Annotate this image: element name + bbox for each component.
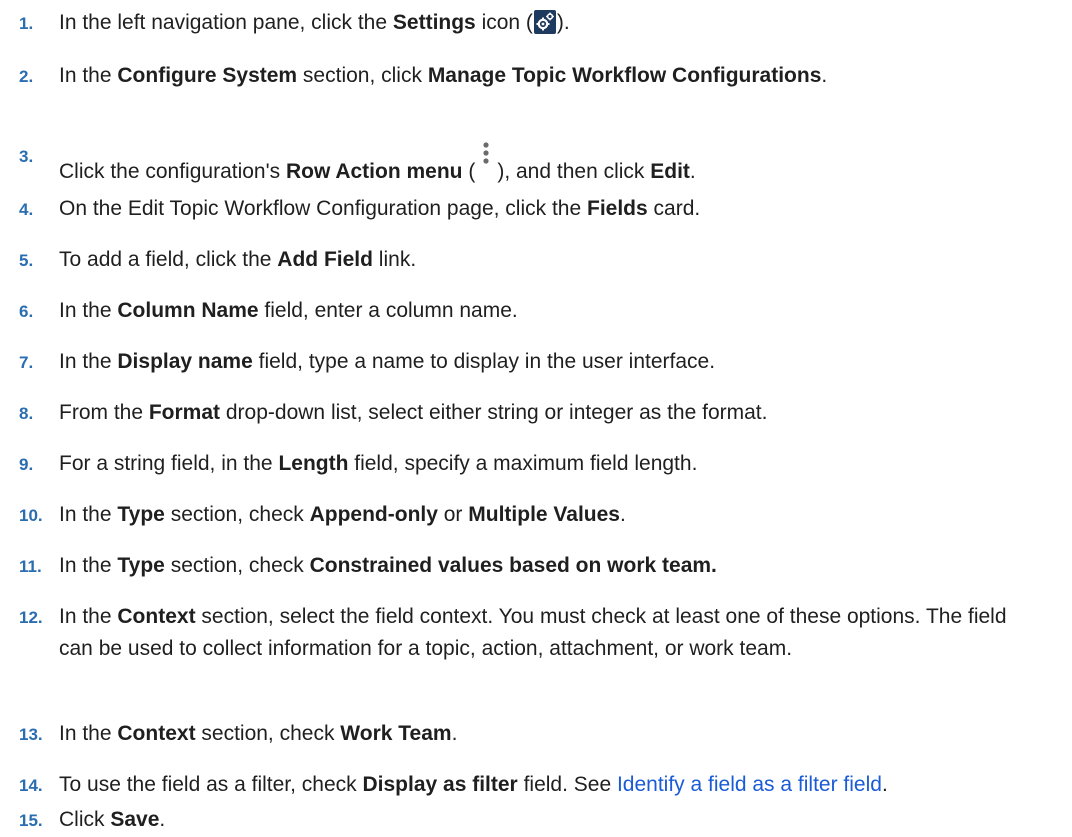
step-number: 11. [19, 557, 42, 576]
step-number: 13. [19, 725, 43, 744]
settings-gear-icon [533, 10, 556, 34]
step-number: 4. [19, 200, 34, 219]
step-number: 12. [19, 608, 43, 627]
filter-field-link[interactable]: Identify a field as a filter field [617, 773, 882, 796]
step-number: 6. [19, 302, 34, 321]
step-text: From the Format drop-down list, select e… [59, 401, 768, 424]
step-text: Click the configuration's Row Action men… [59, 140, 1036, 188]
step-number: 8. [19, 404, 34, 423]
kebab-menu-icon [477, 140, 495, 174]
step-text: In the left navigation pane, click the S… [59, 10, 570, 34]
step-number: 9. [19, 455, 34, 474]
step-number: 10. [19, 506, 43, 525]
step-text: For a string field, in the Length field,… [59, 452, 698, 475]
step-text: In the Column Name field, enter a column… [59, 299, 518, 322]
step-number: 5. [19, 251, 34, 270]
step-text: In the Type section, check Constrained v… [59, 554, 717, 577]
step-text: Click Save. [59, 808, 166, 831]
step-text: To add a field, click the Add Field link… [59, 248, 417, 271]
step-number: 15. [19, 811, 43, 830]
step-number: 7. [19, 353, 34, 372]
step-number: 2. [19, 67, 34, 86]
step-text: In the Configure System section, click M… [59, 64, 828, 87]
step-number: 1. [19, 14, 34, 33]
step-text: To use the field as a filter, check Disp… [59, 773, 888, 796]
procedure-steps: 1. In the left navigation pane, click th… [0, 0, 1072, 836]
settings-term: Settings [392, 11, 476, 34]
step-text: On the Edit Topic Workflow Configuration… [59, 197, 701, 220]
step-text: In the Display name field, type a name t… [59, 350, 716, 373]
step-text: In the Type section, check Append-only o… [59, 503, 626, 526]
step-text: In the Context section, check Work Team. [59, 722, 458, 745]
step-number: 3. [19, 147, 34, 166]
step-number: 14. [19, 776, 43, 795]
step-text: In the Context section, select the field… [59, 605, 1007, 660]
